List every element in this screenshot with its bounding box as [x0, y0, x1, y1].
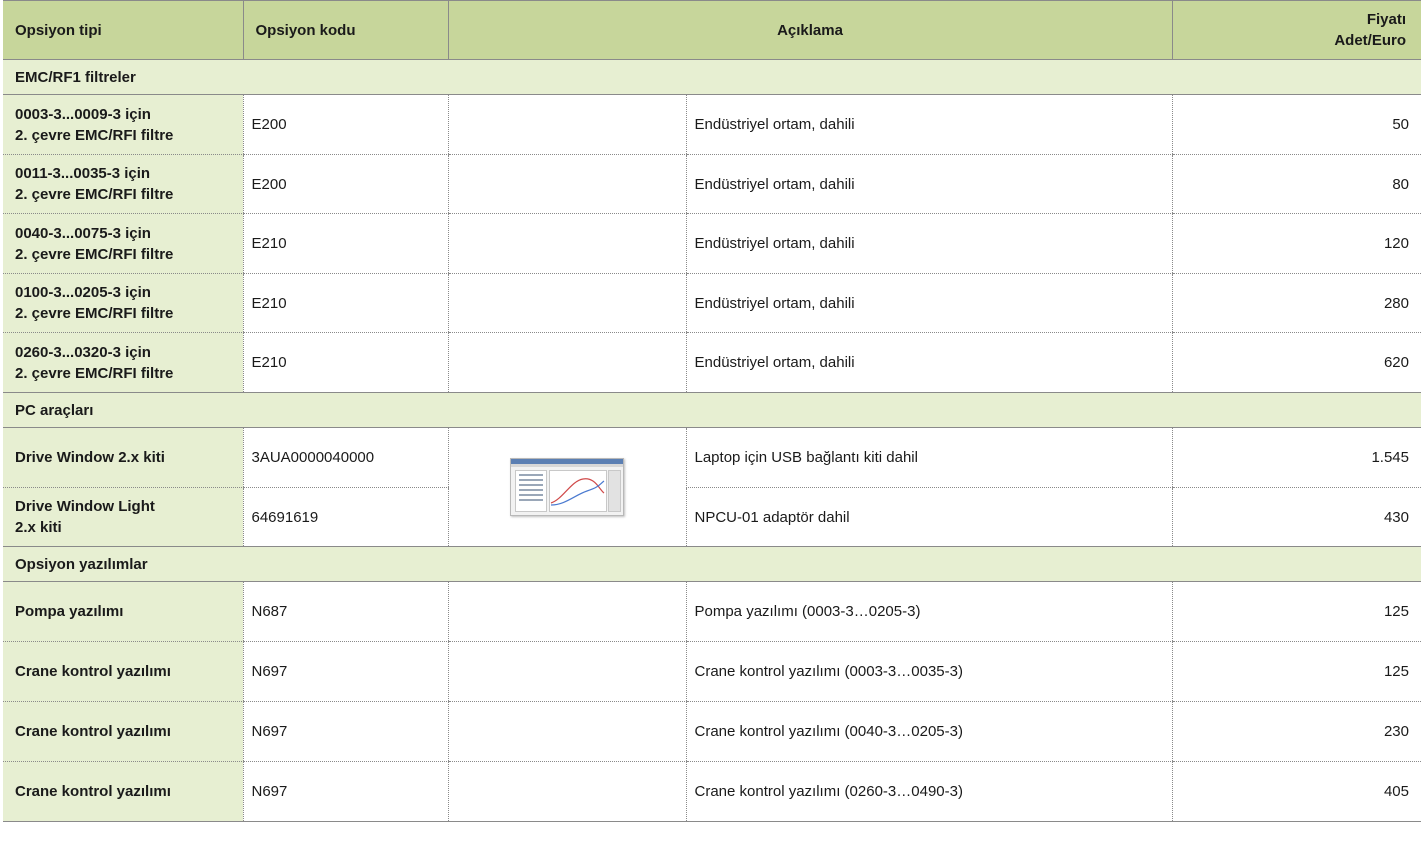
- price-cell: 280: [1171, 273, 1421, 333]
- price-cell: 620: [1171, 332, 1421, 393]
- option-code-cell: E210: [242, 213, 448, 274]
- option-code-cell: E210: [242, 273, 448, 333]
- price-cell: 120: [1171, 213, 1421, 274]
- image-cell: [447, 213, 686, 274]
- table-header-row: Opsiyon tipi Opsiyon kodu Açıklama Fiyat…: [3, 0, 1421, 60]
- option-code-cell: N687: [242, 581, 448, 642]
- header-price-line2: Adet/Euro: [1334, 32, 1406, 49]
- price-cell: 125: [1171, 581, 1421, 642]
- section-row-option-software: Opsiyon yazılımlar: [3, 546, 1421, 582]
- software-screenshot-cell: [447, 427, 686, 547]
- option-code-cell: 3AUA0000040000: [242, 427, 448, 488]
- option-type-cell: Pompa yazılımı: [3, 581, 243, 642]
- description-cell: Pompa yazılımı (0003-3…0205-3): [685, 581, 1172, 642]
- option-type-cell: Crane kontrol yazılımı: [3, 701, 243, 762]
- header-description: Açıklama: [447, 0, 1172, 60]
- option-code-cell: E200: [242, 154, 448, 214]
- section-row-emc-filters: EMC/RF1 filtreler: [3, 59, 1421, 95]
- price-cell: 405: [1171, 761, 1421, 822]
- table-row: Drive Window 2.x kiti 3AUA0000040000 Lap…: [3, 427, 1421, 547]
- table-row: Crane kontrol yazılımı N697 Crane kontro…: [3, 761, 1421, 822]
- image-cell: [447, 761, 686, 822]
- option-code-cell: 64691619: [242, 487, 448, 547]
- option-code-cell: N697: [242, 761, 448, 822]
- section-title: Opsiyon yazılımlar: [3, 546, 1421, 582]
- option-code-cell: E200: [242, 94, 448, 155]
- section-title: PC araçları: [3, 392, 1421, 428]
- option-type-line1: Drive Window 2.x kiti: [15, 449, 165, 466]
- option-code-cell: N697: [242, 701, 448, 762]
- option-type-line1: 0260-3...0320-3 için: [15, 343, 151, 361]
- option-type-cell: Crane kontrol yazılımı: [3, 761, 243, 822]
- table-row: 0040-3...0075-3 için 2. çevre EMC/RFI fil…: [3, 213, 1421, 274]
- option-type-line2: 2. çevre EMC/RFI filtre: [15, 364, 174, 382]
- option-type-cell: Drive Window Light 2.x kiti: [3, 487, 243, 547]
- option-type-line1: Drive Window Light: [15, 498, 155, 515]
- option-type-line2: 2. çevre EMC/RFI filtre: [15, 305, 174, 322]
- image-cell: [447, 701, 686, 762]
- description-cell: Endüstriyel ortam, dahili: [685, 273, 1172, 333]
- description-cell: Crane kontrol yazılımı (0040-3…0205-3): [685, 701, 1172, 762]
- header-option-code: Opsiyon kodu: [242, 0, 448, 60]
- option-type-line2: 2. çevre EMC/RFI filtre: [15, 245, 174, 263]
- description-cell: Laptop için USB bağlantı kiti dahil: [685, 427, 1172, 488]
- option-type-line2: 2. çevre EMC/RFI filtre: [15, 186, 174, 203]
- option-code-cell: N697: [242, 641, 448, 702]
- section-title: EMC/RF1 filtreler: [3, 59, 1421, 95]
- table-row: 0260-3...0320-3 için 2. çevre EMC/RFI fil…: [3, 332, 1421, 393]
- section-row-pc-tools: PC araçları: [3, 392, 1421, 428]
- option-type-cell: 0011-3...0035-3 için 2. çevre EMC/RFI fil…: [3, 154, 243, 214]
- option-type-cell: 0100-3...0205-3 için 2. çevre EMC/RFI fil…: [3, 273, 243, 333]
- price-cell: 230: [1171, 701, 1421, 762]
- price-cell: 125: [1171, 641, 1421, 702]
- header-option-type: Opsiyon tipi: [3, 0, 243, 60]
- image-cell: [447, 332, 686, 393]
- image-cell: [447, 273, 686, 333]
- option-type-cell: 0003-3...0009-3 için 2. çevre EMC/RFI fil…: [3, 94, 243, 155]
- description-cell: Endüstriyel ortam, dahili: [685, 213, 1172, 274]
- table-row: Crane kontrol yazılımı N697 Crane kontro…: [3, 701, 1421, 762]
- option-type-line1: 0011-3...0035-3 için: [15, 165, 151, 182]
- option-type-cell: Drive Window 2.x kiti: [3, 427, 243, 488]
- image-cell: [447, 154, 686, 214]
- option-code-cell: E210: [242, 332, 448, 393]
- option-type-line1: 0100-3...0205-3 için: [15, 284, 151, 301]
- price-cell: 50: [1171, 94, 1421, 155]
- description-cell: Crane kontrol yazılımı (0003-3…0035-3): [685, 641, 1172, 702]
- header-price: Fiyatı Adet/Euro: [1171, 0, 1421, 60]
- price-list-sheet: Opsiyon tipi Opsiyon kodu Açıklama Fiyat…: [3, 0, 1421, 822]
- price-cell: 430: [1171, 487, 1421, 547]
- option-price-table: Opsiyon tipi Opsiyon kodu Açıklama Fiyat…: [3, 0, 1421, 822]
- description-cell: Crane kontrol yazılımı (0260-3…0490-3): [685, 761, 1172, 822]
- description-cell: Endüstriyel ortam, dahili: [685, 154, 1172, 214]
- description-cell: Endüstriyel ortam, dahili: [685, 332, 1172, 393]
- table-row: Crane kontrol yazılımı N697 Crane kontro…: [3, 641, 1421, 702]
- price-cell: 1.545: [1171, 427, 1421, 488]
- image-cell: [447, 94, 686, 155]
- table-row: 0003-3...0009-3 için 2. çevre EMC/RFI fil…: [3, 94, 1421, 155]
- description-cell: Endüstriyel ortam, dahili: [685, 94, 1172, 155]
- option-type-line2: 2.x kiti: [15, 519, 62, 536]
- table-row: 0011-3...0035-3 için 2. çevre EMC/RFI fil…: [3, 154, 1421, 214]
- option-type-line1: 0040-3...0075-3 için: [15, 224, 151, 242]
- option-type-line2: 2. çevre EMC/RFI filtre: [15, 126, 174, 144]
- software-screenshot-icon: [510, 458, 624, 516]
- table-row: 0100-3...0205-3 için 2. çevre EMC/RFI fil…: [3, 273, 1421, 333]
- image-cell: [447, 641, 686, 702]
- price-cell: 80: [1171, 154, 1421, 214]
- header-price-line1: Fiyatı: [1366, 11, 1406, 28]
- image-cell: [447, 581, 686, 642]
- option-type-cell: 0040-3...0075-3 için 2. çevre EMC/RFI fil…: [3, 213, 243, 274]
- table-row: Pompa yazılımı N687 Pompa yazılımı (0003…: [3, 581, 1421, 642]
- table-row: Drive Window Light 2.x kiti 64691619 NPCU…: [3, 487, 1421, 547]
- option-type-cell: Crane kontrol yazılımı: [3, 641, 243, 702]
- description-cell: NPCU-01 adaptör dahil: [685, 487, 1172, 547]
- option-type-line1: 0003-3...0009-3 için: [15, 105, 151, 123]
- option-type-cell: 0260-3...0320-3 için 2. çevre EMC/RFI fil…: [3, 332, 243, 393]
